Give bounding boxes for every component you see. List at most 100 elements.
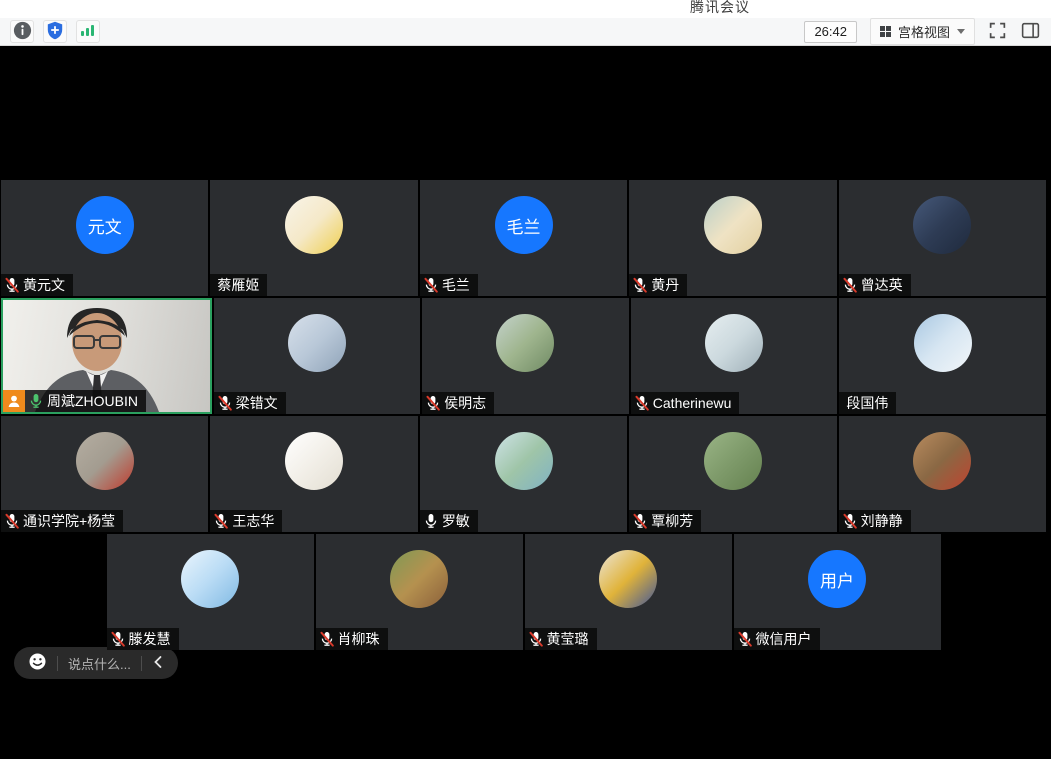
mic-muted-icon bbox=[425, 395, 441, 411]
fullscreen-button[interactable] bbox=[988, 21, 1007, 43]
mic-muted-icon bbox=[4, 277, 20, 293]
network-quality-button[interactable] bbox=[76, 20, 100, 43]
chat-input-bar[interactable]: 说点什么... bbox=[14, 647, 178, 679]
name-label-background: 通识学院+杨莹 bbox=[1, 510, 123, 532]
chevron-left-icon bbox=[152, 655, 164, 672]
security-shield-icon bbox=[46, 21, 64, 43]
mic-muted-icon bbox=[319, 631, 335, 647]
participant-tile[interactable]: 滕发慧 bbox=[107, 534, 314, 650]
participant-tile[interactable]: 黄莹璐 bbox=[525, 534, 732, 650]
participant-tile[interactable]: 段国伟 bbox=[839, 298, 1046, 414]
window-title: 腾讯会议 bbox=[690, 0, 750, 17]
participant-name: 黄丹 bbox=[651, 275, 679, 295]
participant-tile[interactable]: 肖柳珠 bbox=[316, 534, 523, 650]
smiley-emoji-icon bbox=[28, 652, 47, 674]
participant-name-bar: 梁错文 bbox=[214, 392, 286, 414]
participant-name: 覃柳芳 bbox=[651, 511, 693, 531]
initials-avatar: 毛兰 bbox=[495, 196, 553, 254]
fullscreen-icon bbox=[988, 21, 1007, 43]
participant-name-bar: 肖柳珠 bbox=[316, 628, 388, 650]
side-panel-icon bbox=[1020, 21, 1041, 43]
participant-tile[interactable]: 王志华 bbox=[210, 416, 417, 532]
participant-tile[interactable]: 刘静静 bbox=[839, 416, 1046, 532]
mountain-field-avatar bbox=[496, 314, 554, 372]
participant-tile[interactable]: 毛兰毛兰 bbox=[420, 180, 627, 296]
participant-tile[interactable]: 蔡雁姬 bbox=[210, 180, 417, 296]
participant-name: 蔡雁姬 bbox=[217, 275, 259, 295]
initials-avatar: 元文 bbox=[76, 196, 134, 254]
participant-name-bar: 曾达英 bbox=[839, 274, 911, 296]
security-shield-button[interactable] bbox=[43, 20, 67, 43]
name-label-background: 滕发慧 bbox=[107, 628, 179, 650]
mic-muted-icon bbox=[632, 513, 648, 529]
name-label-background: 侯明志 bbox=[422, 392, 494, 414]
participant-name-bar: 毛兰 bbox=[420, 274, 478, 296]
name-label-background: 覃柳芳 bbox=[629, 510, 701, 532]
member-list-badge-icon bbox=[3, 390, 25, 412]
participant-name-bar: 周斌ZHOUBIN bbox=[3, 390, 146, 412]
horse-beach-avatar bbox=[288, 314, 346, 372]
hamster-avatar bbox=[704, 196, 762, 254]
flower-illustration-avatar bbox=[913, 432, 971, 490]
name-label-background: 肖柳珠 bbox=[316, 628, 388, 650]
chat-collapse-button[interactable] bbox=[152, 655, 164, 672]
mic-muted-icon bbox=[842, 513, 858, 529]
participant-tile[interactable]: 通识学院+杨莹 bbox=[1, 416, 208, 532]
mic-on-icon bbox=[423, 513, 439, 529]
pikachu-avatar bbox=[285, 196, 343, 254]
video-stage: 元文黄元文蔡雁姬毛兰毛兰黄丹曾达英周斌ZHOUBIN梁错文侯明志Catherin… bbox=[0, 46, 1051, 759]
chat-message-input[interactable]: 说点什么... bbox=[68, 654, 131, 673]
sunny-sky-avatar bbox=[181, 550, 239, 608]
beach-family-avatar bbox=[913, 196, 971, 254]
toolbar-right-group: 26:42 宫格视图 bbox=[804, 18, 1041, 45]
participant-name: 微信用户 bbox=[756, 629, 812, 649]
polar-bear-avatar bbox=[914, 314, 972, 372]
participant-name-bar: 段国伟 bbox=[839, 392, 896, 414]
participant-name-bar: 王志华 bbox=[210, 510, 282, 532]
name-label-background: 黄莹璐 bbox=[525, 628, 597, 650]
mic-muted-icon bbox=[217, 395, 233, 411]
participant-name-bar: 刘静静 bbox=[839, 510, 911, 532]
plants-cat-avatar bbox=[390, 550, 448, 608]
participant-tile[interactable]: 用户微信用户 bbox=[734, 534, 941, 650]
participant-name-bar: 覃柳芳 bbox=[629, 510, 701, 532]
participant-tile[interactable]: 罗敏 bbox=[420, 416, 627, 532]
grid-row: 元文黄元文蔡雁姬毛兰毛兰黄丹曾达英 bbox=[1, 180, 1046, 296]
participant-name: 周斌ZHOUBIN bbox=[47, 391, 138, 411]
participant-name-bar: 黄元文 bbox=[1, 274, 73, 296]
participant-tile[interactable]: 黄丹 bbox=[629, 180, 836, 296]
participant-tile[interactable]: 曾达英 bbox=[839, 180, 1046, 296]
mic-muted-icon bbox=[110, 631, 126, 647]
name-label-background: 刘静静 bbox=[839, 510, 911, 532]
name-label-background: 周斌ZHOUBIN bbox=[25, 390, 146, 412]
mic-muted-icon bbox=[213, 513, 229, 529]
mic-muted-icon bbox=[528, 631, 544, 647]
grid-row: 滕发慧 肖柳珠 黄莹璐 用户微信用户 bbox=[1, 534, 1046, 650]
participant-name: 曾达英 bbox=[861, 275, 903, 295]
participant-name: 侯明志 bbox=[444, 393, 486, 413]
emoji-button[interactable] bbox=[28, 652, 47, 674]
info-icon bbox=[13, 21, 32, 43]
participant-tile[interactable]: 梁错文 bbox=[214, 298, 421, 414]
participant-tile[interactable]: 覃柳芳 bbox=[629, 416, 836, 532]
participant-name-bar: 通识学院+杨莹 bbox=[1, 510, 123, 532]
name-label-background: 蔡雁姬 bbox=[210, 274, 267, 296]
participant-name: 段国伟 bbox=[846, 393, 888, 413]
grass-portrait-avatar bbox=[704, 432, 762, 490]
window-titlebar: 腾讯会议 bbox=[0, 0, 1051, 18]
participant-tile[interactable]: Catherinewu bbox=[631, 298, 838, 414]
side-panel-toggle-button[interactable] bbox=[1020, 21, 1041, 43]
name-label-background: 罗敏 bbox=[420, 510, 478, 532]
layout-view-button[interactable]: 宫格视图 bbox=[870, 18, 975, 45]
participant-name: 梁错文 bbox=[236, 393, 278, 413]
participant-name: 毛兰 bbox=[442, 275, 470, 295]
participant-tile[interactable]: 元文黄元文 bbox=[1, 180, 208, 296]
name-label-background: 黄丹 bbox=[629, 274, 687, 296]
participant-tile[interactable]: 侯明志 bbox=[422, 298, 629, 414]
meeting-toolbar: 26:42 宫格视图 bbox=[0, 18, 1051, 46]
portrait-avatar bbox=[705, 314, 763, 372]
chat-divider bbox=[57, 656, 58, 671]
meeting-timer: 26:42 bbox=[804, 21, 857, 43]
participant-tile[interactable]: 周斌ZHOUBIN bbox=[1, 298, 212, 414]
meeting-info-button[interactable] bbox=[10, 20, 34, 43]
